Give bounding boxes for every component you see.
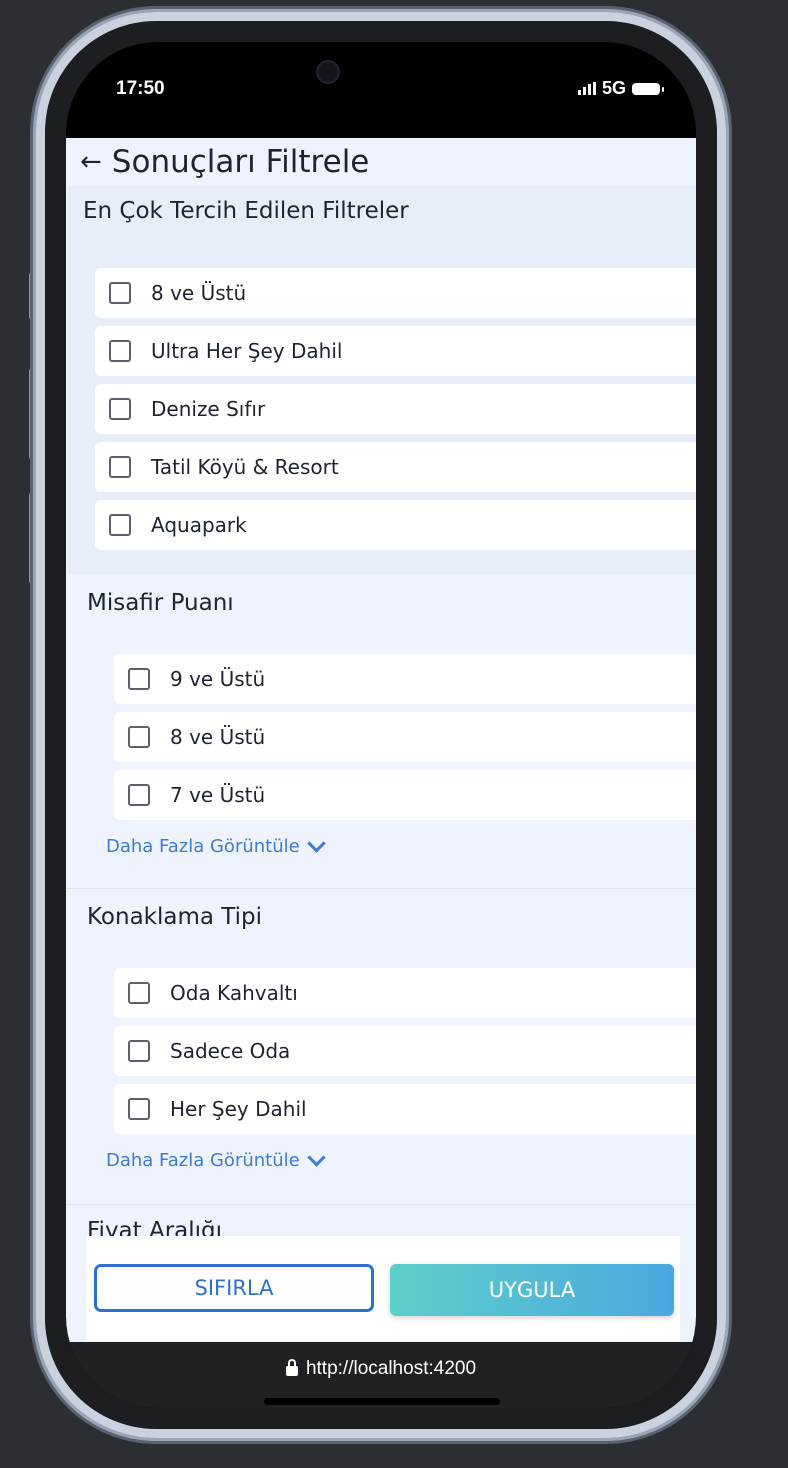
filter-option-label: Sadece Oda — [170, 1039, 291, 1063]
filter-option[interactable]: Oda Kahvaltı — [114, 968, 696, 1018]
page-title: Sonuçları Filtrele — [111, 144, 370, 180]
lock-icon — [285, 1359, 298, 1376]
checkbox[interactable] — [128, 726, 150, 748]
checkbox[interactable] — [109, 456, 131, 478]
apply-button[interactable]: UYGULA — [390, 1264, 674, 1316]
divider — [66, 888, 696, 889]
silent-switch — [29, 272, 35, 320]
camera-icon — [316, 60, 340, 84]
filter-option[interactable]: Sadece Oda — [114, 1026, 696, 1076]
show-more-link[interactable]: Daha Fazla Görüntüle — [106, 1148, 326, 1171]
checkbox[interactable] — [128, 1098, 150, 1120]
filter-option[interactable]: Tatil Köyü & Resort — [95, 442, 696, 492]
filter-option[interactable]: Denize Sıfır — [95, 384, 696, 434]
board-type-title: Konaklama Tipi — [87, 904, 263, 930]
checkbox[interactable] — [128, 1040, 150, 1062]
checkbox[interactable] — [109, 398, 131, 420]
signal-icon — [577, 82, 596, 95]
checkbox[interactable] — [128, 784, 150, 806]
show-more-label: Daha Fazla Görüntüle — [106, 1150, 300, 1171]
battery-icon — [632, 82, 664, 95]
url-display[interactable]: http://localhost:4200 — [66, 1358, 696, 1380]
filter-option[interactable]: 8 ve Üstü — [95, 268, 696, 318]
chevron-down-icon — [307, 834, 326, 853]
filter-option[interactable]: Aquapark — [95, 500, 696, 550]
filter-option-label: 8 ve Üstü — [151, 281, 247, 305]
arrow-left-icon[interactable]: ← — [80, 149, 102, 175]
status-indicators: 5G — [577, 78, 664, 99]
volume-down-button — [29, 492, 35, 584]
notch — [262, 42, 500, 102]
chevron-down-icon — [307, 1148, 326, 1167]
home-indicator[interactable] — [264, 1398, 500, 1405]
checkbox[interactable] — [109, 282, 131, 304]
page-header: ← Sonuçları Filtrele — [66, 138, 696, 186]
guest-rating-title: Misafir Puanı — [87, 590, 234, 616]
filter-option-label: Tatil Köyü & Resort — [151, 455, 339, 479]
filter-option-label: Ultra Her Şey Dahil — [151, 339, 343, 363]
filter-option-label: 8 ve Üstü — [170, 725, 266, 749]
checkbox[interactable] — [109, 514, 131, 536]
filter-option-label: Oda Kahvaltı — [170, 981, 298, 1005]
filter-option-label: 9 ve Üstü — [170, 667, 266, 691]
show-more-link[interactable]: Daha Fazla Görüntüle — [106, 834, 326, 857]
phone-frame: 17:50 5G ← Sonuçları Filtrele En Çok Ter… — [36, 12, 726, 1438]
filter-option[interactable]: Her Şey Dahil — [114, 1084, 696, 1134]
app-screen: ← Sonuçları Filtrele En Çok Tercih Edile… — [66, 138, 696, 1342]
popular-filters-title: En Çok Tercih Edilen Filtreler — [83, 198, 409, 224]
network-type: 5G — [601, 78, 626, 98]
filter-option[interactable]: 7 ve Üstü — [114, 770, 696, 820]
checkbox[interactable] — [109, 340, 131, 362]
filter-option[interactable]: 9 ve Üstü — [114, 654, 696, 704]
reset-button[interactable]: SIFIRLA — [94, 1264, 374, 1312]
status-time: 17:50 — [116, 78, 165, 99]
checkbox[interactable] — [128, 668, 150, 690]
checkbox[interactable] — [128, 982, 150, 1004]
url-text: http://localhost:4200 — [305, 1358, 477, 1379]
filter-option[interactable]: 8 ve Üstü — [114, 712, 696, 762]
popular-filters-section: En Çok Tercih Edilen Filtreler 8 ve Üstü… — [68, 186, 696, 574]
filter-footer: SIFIRLA UYGULA — [86, 1236, 680, 1342]
show-more-label: Daha Fazla Görüntüle — [106, 836, 300, 857]
divider — [66, 1204, 696, 1205]
power-button — [726, 402, 732, 552]
filter-option-label: Aquapark — [151, 513, 247, 537]
filter-option-label: Her Şey Dahil — [170, 1097, 307, 1121]
filter-option-label: Denize Sıfır — [151, 397, 266, 421]
filter-option-label: 7 ve Üstü — [170, 783, 266, 807]
volume-up-button — [29, 368, 35, 460]
device-screen: 17:50 5G ← Sonuçları Filtrele En Çok Ter… — [66, 42, 696, 1408]
filter-option[interactable]: Ultra Her Şey Dahil — [95, 326, 696, 376]
